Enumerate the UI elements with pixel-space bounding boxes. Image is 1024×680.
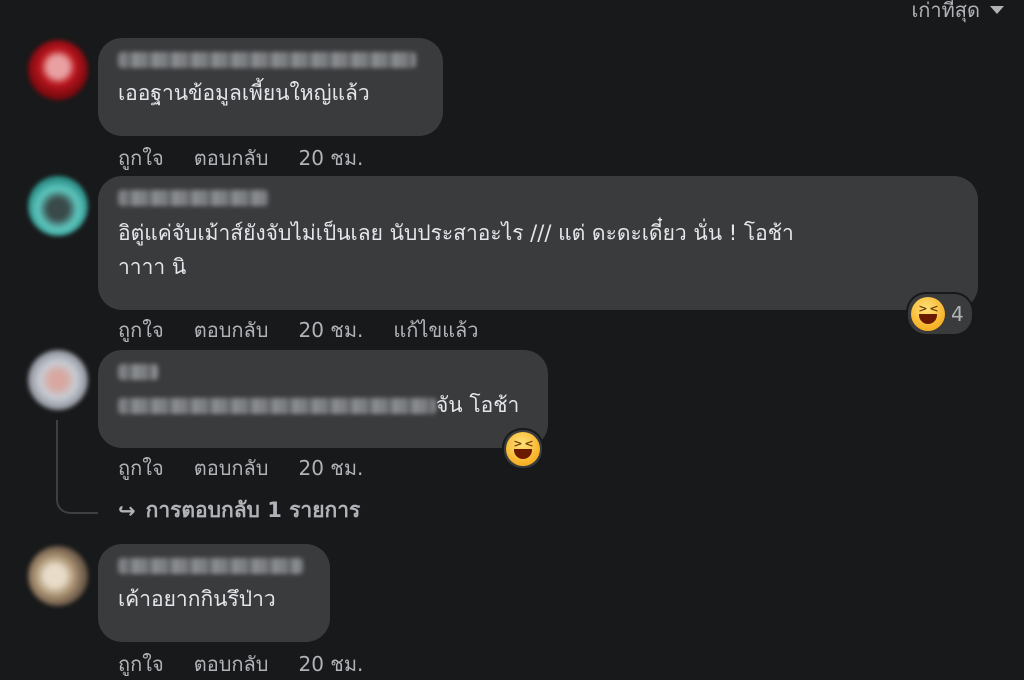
comment-text-line2: าาาา นิ: [118, 255, 187, 279]
timestamp[interactable]: 20 ชม.: [298, 648, 363, 680]
timestamp[interactable]: 20 ชม.: [298, 142, 363, 174]
comment-text-line1: อิตู่แค่จับเม้าส์ยังจับไม่เป็นเลย นับประ…: [118, 221, 794, 245]
sort-label: เก่าที่สุด: [911, 0, 980, 22]
like-button[interactable]: ถูกใจ: [118, 452, 164, 484]
reply-arrow-icon: ↪: [118, 498, 136, 523]
avatar[interactable]: [28, 350, 88, 410]
commenter-name-blurred[interactable]: [118, 52, 423, 76]
reaction-count: 4: [951, 302, 964, 326]
tagged-user-blurred[interactable]: [118, 398, 436, 414]
comment-actions: ถูกใจ ตอบกลับ 20 ชม.: [118, 142, 363, 174]
avatar[interactable]: [28, 176, 88, 236]
laughing-emoji-icon: [506, 432, 540, 466]
comment-actions: ถูกใจ ตอบกลับ 20 ชม.: [118, 648, 363, 680]
like-button[interactable]: ถูกใจ: [118, 314, 164, 346]
timestamp[interactable]: 20 ชม.: [298, 452, 363, 484]
commenter-name-blurred[interactable]: [118, 364, 528, 388]
thread-connector-line: [56, 420, 98, 514]
sort-dropdown[interactable]: เก่าที่สุด: [911, 0, 1004, 26]
reply-button[interactable]: ตอบกลับ: [194, 648, 269, 680]
comment-text: เออฐานข้อมูลเพี้ยนใหญ่แล้ว: [118, 81, 370, 105]
reply-button[interactable]: ตอบกลับ: [194, 142, 269, 174]
comment-bubble: อิตู่แค่จับเม้าส์ยังจับไม่เป็นเลย นับประ…: [98, 176, 978, 310]
commenter-name-blurred[interactable]: [118, 190, 958, 216]
comment-text-suffix: จัน โอช้า: [436, 393, 520, 417]
avatar[interactable]: [28, 546, 88, 606]
replies-label: การตอบกลับ 1 รายการ: [145, 498, 361, 522]
comment-bubble: เออฐานข้อมูลเพี้ยนใหญ่แล้ว: [98, 38, 443, 136]
comment-text: เค้าอยากกินรึป่าว: [118, 587, 276, 611]
view-replies-link[interactable]: ↪ การตอบกลับ 1 รายการ: [118, 494, 360, 527]
like-button[interactable]: ถูกใจ: [118, 142, 164, 174]
comments-panel: เก่าที่สุด เออฐานข้อมูลเพี้ยนใหญ่แล้ว ถู…: [0, 0, 1024, 680]
comment-text: จัน โอช้า: [118, 388, 528, 422]
laughing-emoji-icon: [911, 297, 945, 331]
reaction-summary[interactable]: 4: [908, 294, 972, 334]
like-button[interactable]: ถูกใจ: [118, 648, 164, 680]
comment-bubble: จัน โอช้า: [98, 350, 548, 448]
comment-actions: ถูกใจ ตอบกลับ 20 ชม.: [118, 452, 363, 484]
reaction-summary[interactable]: [504, 430, 542, 468]
avatar[interactable]: [28, 40, 88, 100]
reply-button[interactable]: ตอบกลับ: [194, 314, 269, 346]
commenter-name-blurred[interactable]: [118, 558, 310, 582]
comment-bubble: เค้าอยากกินรึป่าว: [98, 544, 330, 642]
comment-actions: ถูกใจ ตอบกลับ 20 ชม. แก้ไขแล้ว: [118, 314, 479, 346]
timestamp[interactable]: 20 ชม.: [298, 314, 363, 346]
chevron-down-icon: [990, 6, 1004, 14]
reply-button[interactable]: ตอบกลับ: [194, 452, 269, 484]
edited-label[interactable]: แก้ไขแล้ว: [393, 314, 478, 346]
